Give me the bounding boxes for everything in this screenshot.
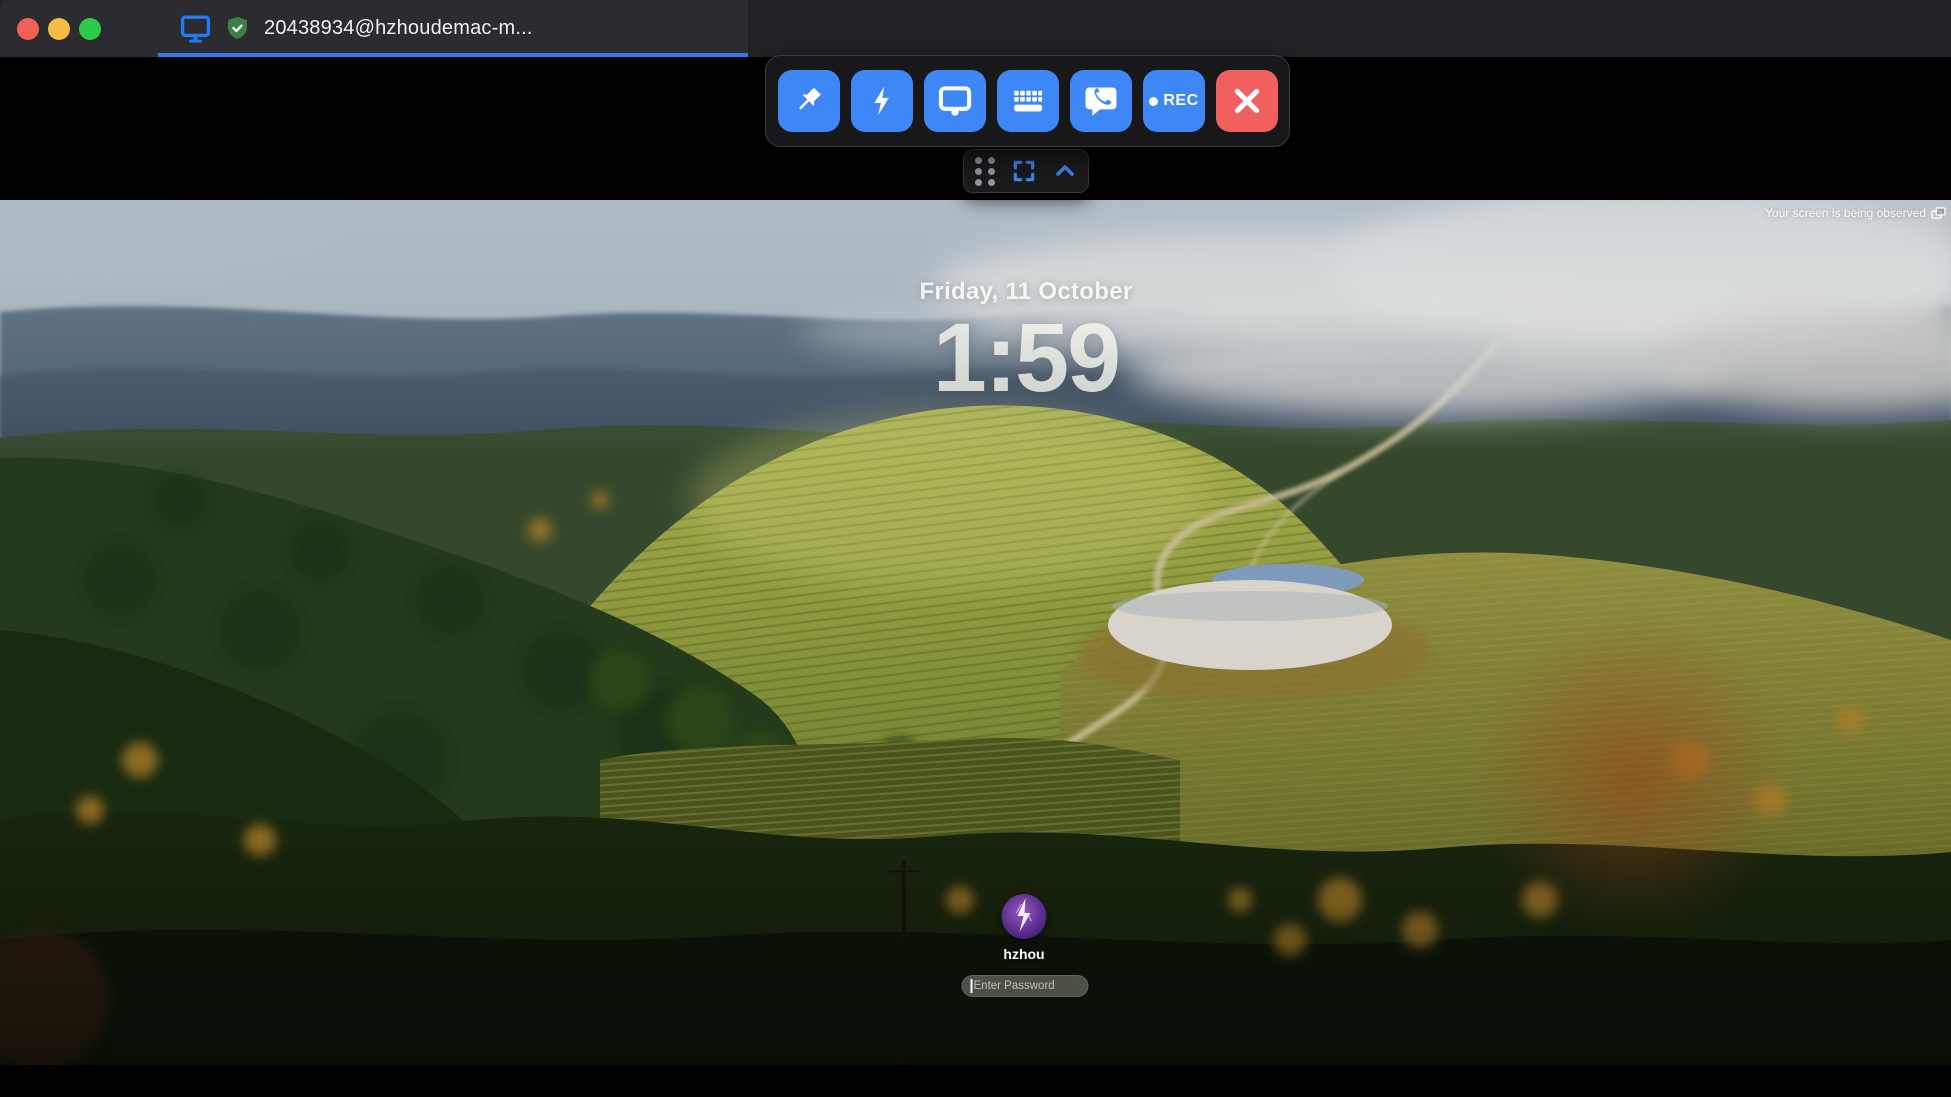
zoom-window-button[interactable] xyxy=(79,18,101,40)
voice-call-toolbar-button[interactable] xyxy=(1070,70,1132,132)
close-icon xyxy=(1229,83,1265,119)
record-icon xyxy=(1149,97,1158,106)
titlebar-controls-zone xyxy=(0,0,159,57)
remote-desktop-viewport[interactable]: Your screen is being observed Friday, 11… xyxy=(0,200,1951,1065)
monitor-icon xyxy=(937,83,973,119)
tab-title: 20438934@hzhoudemac-m... xyxy=(264,17,533,40)
keyboard-toolbar-button[interactable] xyxy=(997,70,1059,132)
login-user-block: hzhou xyxy=(1002,894,1047,962)
avatar[interactable] xyxy=(1002,894,1047,939)
shield-check-icon xyxy=(224,15,251,42)
username-label: hzhou xyxy=(1003,946,1044,962)
observed-notice-text: Your screen is being observed xyxy=(1765,206,1926,220)
drag-handle-dots[interactable] xyxy=(975,157,995,186)
display-toolbar-button[interactable] xyxy=(924,70,986,132)
screen-mirroring-icon xyxy=(1931,207,1946,220)
close-window-button[interactable] xyxy=(17,18,39,40)
lock-screen-clock: Friday, 11 October 1:59 xyxy=(919,278,1132,406)
record-toolbar-button[interactable]: REC xyxy=(1143,70,1205,132)
lock-screen-date: Friday, 11 October xyxy=(919,278,1132,306)
lightning-icon xyxy=(865,84,899,118)
session-tab[interactable]: 20438934@hzhoudemac-m... xyxy=(158,0,748,57)
letterbox-bottom xyxy=(0,1065,1951,1097)
pin-toolbar-button[interactable] xyxy=(778,70,840,132)
password-field-wrap xyxy=(962,975,1089,997)
fullscreen-icon[interactable] xyxy=(1011,158,1037,184)
app-window: 20438934@hzhoudemac-m... xyxy=(0,0,1951,1097)
display-icon xyxy=(180,13,211,44)
chevron-up-icon[interactable] xyxy=(1053,159,1077,183)
window-titlebar: 20438934@hzhoudemac-m... xyxy=(0,0,1951,57)
text-caret xyxy=(971,979,973,993)
password-input[interactable] xyxy=(962,975,1089,997)
remote-session-toolbar: REC xyxy=(765,55,1290,147)
toolbar-quick-bar xyxy=(963,149,1089,193)
screen-observed-notice: Your screen is being observed xyxy=(1765,206,1946,220)
disconnect-toolbar-button[interactable] xyxy=(1216,70,1278,132)
lock-screen-time: 1:59 xyxy=(919,309,1132,406)
record-label: REC xyxy=(1163,92,1198,110)
call-bubble-icon xyxy=(1083,83,1119,119)
keyboard-icon xyxy=(1010,83,1046,119)
pushpin-icon xyxy=(792,84,826,118)
traffic-lights xyxy=(17,18,101,40)
minimize-window-button[interactable] xyxy=(48,18,70,40)
performance-toolbar-button[interactable] xyxy=(851,70,913,132)
